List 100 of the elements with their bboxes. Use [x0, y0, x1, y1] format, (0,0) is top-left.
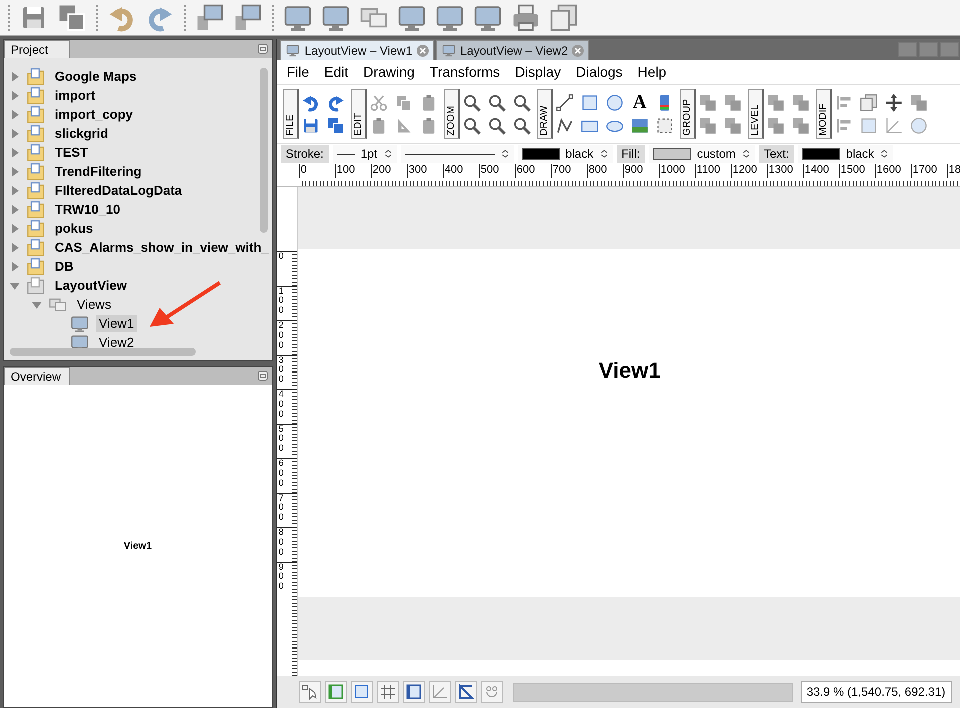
editor-tab[interactable]: LayoutView – View1 [280, 40, 434, 60]
corner-button[interactable] [454, 681, 477, 703]
expand-arrow-icon[interactable] [10, 204, 20, 214]
expand-arrow-icon[interactable] [10, 72, 20, 82]
undo-icon[interactable] [302, 94, 320, 112]
tree-item[interactable]: slickgrid [52, 125, 112, 142]
tree-item[interactable]: Views [74, 296, 114, 313]
ungroup-icon[interactable] [724, 94, 742, 112]
editor-tab[interactable]: LayoutView – View2 [436, 40, 590, 60]
menu-item[interactable]: Display [511, 64, 572, 80]
fill-picker[interactable]: custom [649, 145, 755, 163]
align-icon[interactable] [834, 116, 853, 134]
server-import-icon[interactable] [196, 4, 224, 32]
layers-icon[interactable] [792, 94, 810, 112]
pages-icon[interactable] [860, 94, 878, 112]
group-icon[interactable] [698, 94, 717, 112]
layers-icon[interactable] [910, 94, 928, 112]
menu-item[interactable]: Edit [320, 64, 360, 80]
link-button[interactable] [480, 681, 503, 703]
polyline-tool-icon[interactable] [556, 116, 574, 134]
grid-button[interactable] [376, 681, 399, 703]
tree-item[interactable]: import [52, 87, 98, 104]
layers-icon[interactable] [792, 116, 810, 134]
anchor-button[interactable] [324, 681, 347, 703]
panel-tab[interactable]: Project [4, 40, 70, 58]
minimize-icon[interactable] [258, 44, 268, 54]
printer-icon[interactable] [512, 4, 540, 32]
monitor-up-icon[interactable] [436, 4, 464, 32]
select-tool-button[interactable] [298, 681, 321, 703]
close-icon[interactable] [416, 44, 428, 56]
tree-item[interactable]: LayoutView [52, 277, 130, 294]
expand-arrow-icon[interactable] [10, 262, 20, 272]
layers-icon[interactable] [766, 94, 785, 112]
menu-item[interactable]: File [282, 64, 320, 80]
copy-icon[interactable] [394, 94, 413, 112]
tree-item[interactable]: View1 [96, 315, 138, 332]
tree-item[interactable]: TEST [52, 144, 92, 161]
line-break-icon[interactable] [884, 116, 903, 134]
color-picker[interactable]: black [518, 145, 613, 163]
tree-item[interactable]: FIlteredDataLogData [52, 182, 186, 199]
expand-arrow-icon[interactable] [10, 186, 20, 196]
menu-item[interactable]: Dialogs [572, 64, 634, 80]
expand-arrow-icon[interactable] [10, 128, 20, 138]
tree-item[interactable]: TRW10_10 [52, 201, 124, 218]
move-icon[interactable] [884, 94, 903, 112]
zoom-icon[interactable] [488, 116, 506, 134]
tree-item[interactable]: pokus [52, 220, 96, 237]
page-frame-button[interactable] [402, 681, 425, 703]
menu-item[interactable]: Transforms [426, 64, 512, 80]
color-picker[interactable]: black [798, 145, 894, 163]
expand-arrow-icon[interactable] [10, 166, 20, 176]
minimize-icon[interactable] [258, 371, 268, 381]
layers-icon[interactable] [766, 116, 785, 134]
scrollbar-thumb[interactable] [10, 348, 196, 356]
redo-icon[interactable] [326, 94, 345, 112]
tree-item[interactable]: CAS_Alarms_show_in_view_with_ [52, 239, 272, 256]
stroke-width-field[interactable]: 1pt [332, 145, 397, 163]
expand-arrow-icon[interactable] [10, 110, 20, 120]
monitor-remove-icon[interactable] [398, 4, 426, 32]
expand-arrow-icon[interactable] [10, 90, 20, 100]
drawing-canvas[interactable]: View1 [296, 187, 960, 676]
ungroup-icon[interactable] [724, 116, 742, 134]
scissors-icon[interactable] [370, 94, 388, 112]
line-style-picker[interactable] [400, 145, 514, 163]
expand-arrow-icon[interactable] [10, 148, 20, 158]
text-tool-button[interactable]: A [630, 94, 649, 112]
server-export-icon[interactable] [234, 4, 262, 32]
zoom-out-icon[interactable] [462, 116, 481, 134]
pages-icon[interactable] [550, 4, 578, 32]
close-icon[interactable] [572, 44, 584, 56]
save-icon[interactable] [302, 116, 320, 134]
menu-item[interactable]: Help [634, 64, 678, 80]
square-icon[interactable] [860, 116, 878, 134]
align-icon[interactable] [834, 94, 853, 112]
tree-item[interactable]: TrendFiltering [52, 163, 145, 180]
menu-item[interactable]: Drawing [360, 64, 426, 80]
collapse-arrow-icon[interactable] [10, 280, 20, 290]
stacked-disks-icon[interactable] [58, 4, 86, 32]
expand-arrow-icon[interactable] [10, 224, 20, 234]
zoom-in-icon[interactable] [462, 94, 481, 112]
tree-item[interactable]: import_copy [52, 106, 136, 123]
tree-item[interactable]: View2 [96, 334, 138, 351]
image-tool-icon[interactable] [630, 116, 649, 134]
expand-arrow-icon[interactable] [10, 242, 20, 252]
tree-item[interactable]: DB [52, 258, 77, 275]
scrollbar-thumb[interactable] [260, 68, 268, 233]
monitor-add-icon[interactable] [322, 4, 350, 32]
dashed-rectangle-icon[interactable] [656, 116, 674, 134]
tree-item[interactable]: Google Maps [52, 68, 140, 85]
circle-icon[interactable] [910, 116, 928, 134]
zoom-fit-icon[interactable] [512, 94, 531, 112]
group-icon[interactable] [698, 116, 717, 134]
zoom-icon[interactable] [512, 116, 531, 134]
circle-tool-icon[interactable] [606, 94, 624, 112]
stacked-disks-icon[interactable] [326, 116, 345, 134]
collapse-arrow-icon[interactable] [32, 300, 42, 310]
monitor-icon[interactable] [284, 4, 312, 32]
square-tool-icon[interactable] [580, 94, 599, 112]
snap-button[interactable] [350, 681, 373, 703]
panel-tab[interactable]: Overview [4, 367, 70, 385]
